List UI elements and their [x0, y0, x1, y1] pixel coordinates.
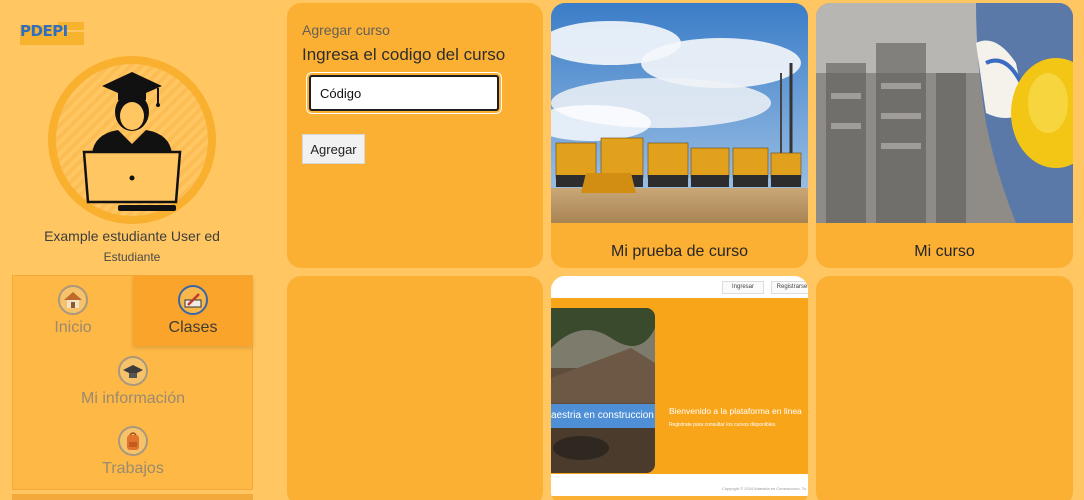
logo-text: PDEPI: [20, 22, 68, 40]
add-course-card: Agregar curso Ingresa el codigo del curs…: [287, 3, 543, 268]
preview-header: Ingresar Registrarse: [551, 276, 808, 298]
add-course-subtitle: Ingresa el codigo del curso: [302, 45, 506, 64]
course-card[interactable]: Mi curso: [816, 3, 1073, 268]
student-laptop-icon: [82, 72, 182, 211]
logo[interactable]: PDEPI: [20, 18, 86, 48]
classes-icon: [178, 285, 208, 315]
preview-photo: aestria en construccion: [551, 308, 655, 473]
add-course-button[interactable]: Agregar: [302, 134, 365, 164]
avatar: [48, 56, 216, 224]
sidebar-item-inicio[interactable]: Inicio: [13, 276, 133, 346]
preview-footer: Copyright © 2024 Maestria en Construccio…: [551, 474, 808, 496]
sidebar-item-label: Trabajos: [102, 460, 164, 477]
sidebar-panel-edge: [12, 494, 253, 500]
user-name: Example estudiante User ed: [44, 228, 220, 244]
course-card-preview[interactable]: Ingresar Registrarse aestria en construc…: [551, 276, 808, 500]
course-image-worker-helmet: [816, 3, 1073, 223]
sidebar-item-trabajos[interactable]: Trabajos: [13, 426, 253, 478]
course-card[interactable]: Mi prueba de curso: [551, 3, 808, 268]
building-photo-icon: [551, 308, 655, 473]
home-icon: [58, 285, 88, 315]
course-title: Mi prueba de curso: [611, 243, 748, 260]
sidebar-item-label: Mi información: [80, 390, 186, 407]
sidebar-item-label: Clases: [168, 319, 218, 336]
course-card-empty: [816, 276, 1073, 500]
sidebar-item-label: Inicio: [54, 319, 92, 336]
user-role: Estudiante: [103, 250, 161, 264]
preview-login-button: Ingresar: [722, 281, 764, 294]
sidebar-nav: Inicio Clases Mi información Trabajos: [12, 275, 253, 490]
preview-register-button: Registrarse: [771, 281, 808, 294]
preview-card-edge: [551, 496, 808, 500]
add-course-title: Agregar curso: [302, 22, 390, 38]
course-code-input[interactable]: [309, 75, 499, 111]
course-title: Mi curso: [914, 243, 975, 260]
preview-copyright: Copyright © 2024 Maestria en Construccio…: [721, 486, 806, 491]
preview-caption: aestria en construccion: [551, 404, 655, 428]
course-card-empty: [287, 276, 543, 500]
preview-body: aestria en construccion Bienvenido a la …: [551, 298, 808, 474]
course-image-bulldozers: [551, 3, 808, 223]
graduation-cap-icon: [118, 356, 148, 386]
sidebar-item-clases[interactable]: Clases: [133, 276, 253, 346]
backpack-icon: [118, 426, 148, 456]
preview-welcome: Bienvenido a la plataforma en linea: [669, 406, 802, 416]
sidebar-item-mi-informacion[interactable]: Mi información: [13, 356, 253, 408]
preview-register-note: Registrate para consultar los cursos dis…: [669, 422, 777, 428]
